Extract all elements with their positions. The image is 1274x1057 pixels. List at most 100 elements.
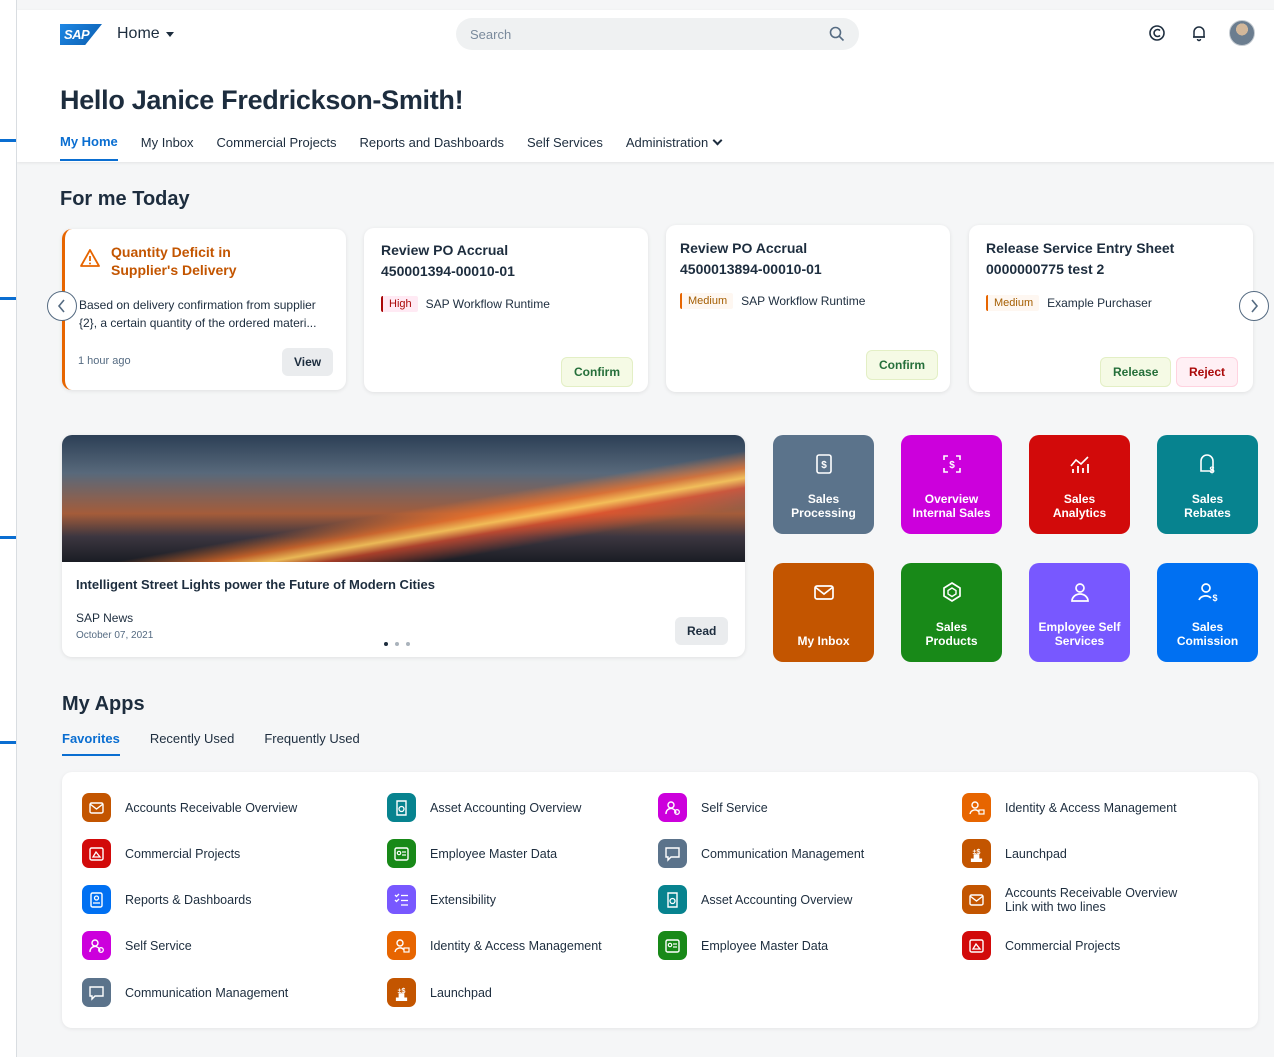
task-source: Example Purchaser xyxy=(1047,296,1152,310)
launchpad-icon: ±$ ▟▙ xyxy=(962,839,991,868)
chevron-down-icon xyxy=(712,135,723,146)
app-label: Employee Master Data xyxy=(430,846,558,861)
app-item[interactable]: Communication Management xyxy=(82,978,288,1007)
app-item[interactable]: Self Service xyxy=(82,931,192,960)
bell-icon[interactable] xyxy=(1187,21,1211,45)
search-field[interactable] xyxy=(456,18,859,50)
page-dot[interactable] xyxy=(406,642,410,646)
tile-overview-internal-sales[interactable]: $ Overview Internal Sales xyxy=(901,435,1002,534)
app-item[interactable]: Identity & Access Management xyxy=(962,793,1177,822)
rebate-icon: $ xyxy=(1199,454,1214,475)
user-avatar[interactable] xyxy=(1229,20,1255,46)
tab-reports-and-dashboards[interactable]: Reports and Dashboards xyxy=(359,134,504,161)
app-item[interactable]: Self Service xyxy=(658,793,768,822)
carousel-prev-button[interactable] xyxy=(47,291,77,321)
tile-my-inbox[interactable]: My Inbox xyxy=(773,563,874,662)
tile-sales-rebates[interactable]: $ Sales Rebates xyxy=(1157,435,1258,534)
dollar-doc-icon: $ xyxy=(815,454,832,474)
identity-icon xyxy=(387,931,416,960)
view-button[interactable]: View xyxy=(282,348,334,376)
app-item[interactable]: Reports & Dashboards xyxy=(82,885,251,914)
situation-body: Based on delivery confirmation from supp… xyxy=(79,298,317,330)
envelope-icon xyxy=(82,793,111,822)
situation-time: 1 hour ago xyxy=(78,355,131,367)
id-card-icon xyxy=(387,839,416,868)
app-item[interactable]: Accounts Receivable Overview Link with t… xyxy=(962,885,1177,914)
tab-commercial-projects[interactable]: Commercial Projects xyxy=(217,134,337,161)
task-card-2[interactable]: Review PO Accrual 4500013894-00010-01 Me… xyxy=(666,225,950,392)
svg-text:▟▙: ▟▙ xyxy=(395,993,407,1001)
page-dot[interactable] xyxy=(395,642,399,646)
svg-text:$: $ xyxy=(1212,593,1217,603)
task-card-3[interactable]: Release Service Entry Sheet 0000000775 t… xyxy=(969,225,1253,392)
joule-icon[interactable] xyxy=(1145,21,1169,45)
news-source: SAP News xyxy=(76,611,134,625)
tab-frequently-used[interactable]: Frequently Used xyxy=(264,731,359,756)
tab-my-inbox[interactable]: My Inbox xyxy=(141,134,194,161)
app-item[interactable]: Asset Accounting Overview xyxy=(658,885,852,914)
dollar-frame-icon: $ xyxy=(942,455,961,473)
tab-self-services[interactable]: Self Services xyxy=(527,134,603,161)
situation-card[interactable]: Quantity Deficit in Supplier's Delivery … xyxy=(62,229,346,390)
self-service-icon xyxy=(82,931,111,960)
chevron-right-icon xyxy=(1251,299,1259,313)
asset-icon xyxy=(658,885,687,914)
news-card[interactable]: Intelligent Street Lights power the Futu… xyxy=(62,435,745,657)
identity-icon xyxy=(962,793,991,822)
task-meta-2: Medium SAP Workflow Runtime xyxy=(680,293,865,309)
page-dot[interactable] xyxy=(384,642,388,646)
sap-logo[interactable]: SAP xyxy=(60,24,102,45)
task-source: SAP Workflow Runtime xyxy=(741,294,866,308)
search-input[interactable] xyxy=(470,26,829,42)
task-card-1[interactable]: Review PO Accrual 450001394-00010-01 Hig… xyxy=(364,228,648,392)
release-button[interactable]: Release xyxy=(1100,357,1172,387)
tab-administration-label: Administration xyxy=(625,135,709,150)
task-title-1-line2: 450001394-00010-01 xyxy=(381,263,515,279)
tile-sales-analytics[interactable]: Sales Analytics xyxy=(1029,435,1130,534)
app-item[interactable]: ±$ ▟▙ Launchpad xyxy=(962,839,1067,868)
app-item[interactable]: Employee Master Data xyxy=(387,839,557,868)
app-item[interactable]: Commercial Projects xyxy=(82,839,240,868)
read-button[interactable]: Read xyxy=(675,617,729,645)
app-label: Launchpad xyxy=(430,985,492,1000)
tab-administration[interactable]: Administration xyxy=(625,134,723,161)
tile-label: Sales Processing xyxy=(791,492,856,520)
carousel-pagination[interactable] xyxy=(384,642,410,646)
carousel-next-button[interactable] xyxy=(1239,291,1269,321)
task-meta-3: Medium Example Purchaser xyxy=(986,295,1152,311)
task-source: SAP Workflow Runtime xyxy=(425,297,550,311)
employee-icon xyxy=(1070,583,1089,602)
app-label: Extensibility xyxy=(430,892,496,907)
tile-label: My Inbox xyxy=(797,634,850,648)
tile-sales-processing[interactable]: $ Sales Processing xyxy=(773,435,874,534)
app-item[interactable]: Accounts Receivable Overview xyxy=(82,793,297,822)
svg-text:$: $ xyxy=(949,460,955,471)
app-item[interactable]: Asset Accounting Overview xyxy=(387,793,581,822)
app-item[interactable]: Extensibility xyxy=(387,885,496,914)
app-item[interactable]: Employee Master Data xyxy=(658,931,828,960)
app-label: Commercial Projects xyxy=(1005,938,1121,953)
confirm-button[interactable]: Confirm xyxy=(866,350,938,380)
tile-label: Sales Comission xyxy=(1176,620,1239,648)
search-icon[interactable] xyxy=(829,26,845,42)
tile-employee-self-services[interactable]: Employee Self Services xyxy=(1029,563,1130,662)
tab-my-home[interactable]: My Home xyxy=(60,134,118,161)
reject-button[interactable]: Reject xyxy=(1176,357,1239,387)
app-item[interactable]: Communication Management xyxy=(658,839,864,868)
app-item[interactable]: Commercial Projects xyxy=(962,931,1120,960)
app-item[interactable]: Identity & Access Management xyxy=(387,931,602,960)
tab-recently-used[interactable]: Recently Used xyxy=(150,731,235,756)
task-title-1-line1: Review PO Accrual xyxy=(381,242,509,258)
app-label: Communication Management xyxy=(701,846,865,861)
home-menu-button[interactable]: Home xyxy=(117,25,174,43)
task-meta-1: High SAP Workflow Runtime xyxy=(381,296,550,312)
app-item[interactable]: ±$ ▟▙ Launchpad xyxy=(387,978,492,1007)
news-title: Intelligent Street Lights power the Futu… xyxy=(76,577,435,592)
tile-sales-comission[interactable]: $ Sales Comission xyxy=(1157,563,1258,662)
tile-sales-products[interactable]: Sales Products xyxy=(901,563,1002,662)
confirm-button[interactable]: Confirm xyxy=(561,357,633,387)
favorites-list: Accounts Receivable Overview Commercial P… xyxy=(62,772,1258,1028)
app-label: Identity & Access Management xyxy=(430,938,602,953)
tab-favorites[interactable]: Favorites xyxy=(62,731,120,756)
svg-text:▟▙: ▟▙ xyxy=(970,854,982,862)
